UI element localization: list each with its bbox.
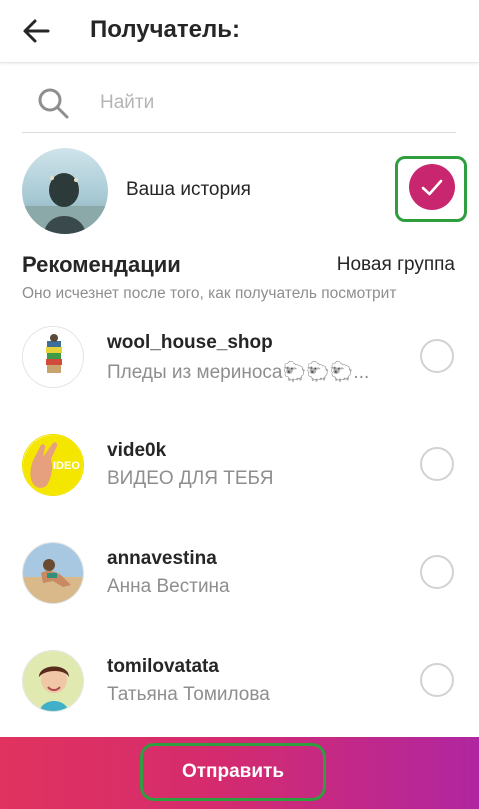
avatar: [22, 542, 84, 604]
contact-subtitle: Татьяна Томилова: [107, 684, 270, 705]
avatar: IDEO: [22, 434, 84, 496]
contact-subtitle: ВИДЕО ДЛЯ ТЕБЯ: [107, 468, 274, 489]
contact-row[interactable]: wool_house_shop Пледы из мериноса🐑🐑🐑...: [0, 326, 479, 416]
contact-subtitle: Пледы из мериноса🐑🐑🐑...: [107, 362, 370, 383]
your-story-label: Ваша история: [126, 179, 251, 200]
recommendations-heading: Рекомендации: [22, 252, 181, 277]
checkmark-icon: [421, 179, 443, 196]
search-input[interactable]: [100, 86, 440, 120]
send-bar: Отправить: [0, 737, 479, 809]
page-title: Получатель:: [90, 16, 240, 43]
recommendations-subtitle: Оно исчезнет после того, как получатель …: [22, 285, 397, 302]
contact-row[interactable]: tomilovatata Татьяна Томилова: [0, 650, 479, 740]
back-button[interactable]: [18, 14, 54, 48]
contact-subtitle: Анна Вестина: [107, 576, 230, 597]
contact-username: annavestina: [107, 548, 217, 569]
contact-username: vide0k: [107, 440, 167, 461]
search-icon: [36, 86, 70, 120]
avatar: [22, 326, 84, 388]
send-button[interactable]: Отправить: [140, 743, 326, 801]
select-radio[interactable]: [420, 555, 454, 589]
select-radio[interactable]: [420, 447, 454, 481]
arrow-left-icon: [23, 19, 50, 43]
your-story-row[interactable]: Ваша история: [0, 148, 479, 238]
story-avatar: [22, 148, 108, 234]
contact-row[interactable]: IDEO vide0k ВИДЕО ДЛЯ ТЕБЯ: [0, 434, 479, 524]
new-group-button[interactable]: Новая группа: [337, 254, 455, 276]
select-radio[interactable]: [420, 663, 454, 697]
avatar-badge-text: IDEO: [53, 460, 80, 472]
contact-username: tomilovatata: [107, 656, 219, 677]
search-bar: [22, 76, 456, 133]
contact-username: wool_house_shop: [107, 332, 273, 353]
story-checkbox[interactable]: [409, 164, 455, 210]
header-bar: Получатель:: [0, 0, 479, 63]
contact-row[interactable]: annavestina Анна Вестина: [0, 542, 479, 632]
select-radio[interactable]: [420, 339, 454, 373]
avatar: [22, 650, 84, 712]
